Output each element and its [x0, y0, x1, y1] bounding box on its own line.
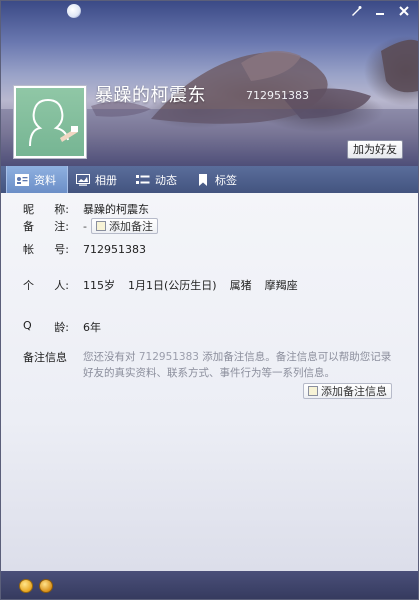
avatar[interactable]: [13, 85, 87, 159]
remark-info-hint: 您还没有对 712951383 添加备注信息。备注信息可以帮助您记录好友的真实资…: [83, 351, 392, 379]
zodiac-value: 属猪: [229, 279, 252, 292]
profile-content: 昵 称: 暴躁的柯震东 备 注: - 添加备注 帐 号: 712951383 个…: [1, 193, 418, 571]
qage-label: Q 龄:: [23, 319, 69, 334]
remark-value: -: [83, 219, 87, 233]
nickname-label: 昵 称:: [23, 203, 69, 216]
qq-level-icon[interactable]: [19, 578, 33, 593]
age-value: 115岁: [83, 279, 115, 292]
brush-icon[interactable]: [346, 5, 366, 21]
personal-label: 个 人:: [23, 279, 69, 292]
tab-feed[interactable]: 动态: [128, 166, 188, 193]
default-avatar-icon: [29, 98, 78, 147]
tab-album[interactable]: 相册: [68, 166, 128, 193]
add-remark-info-button-wrap: 添加备注信息: [303, 383, 392, 399]
profile-banner: 暴躁的柯震东 712951383 加为好友: [1, 1, 418, 166]
remark-info-qq-number: 712951383: [138, 351, 199, 363]
account-value: 712951383: [83, 242, 146, 256]
constellation-value: 摩羯座: [264, 279, 298, 292]
tab-profile-label: 资料: [34, 173, 56, 187]
remark-info-label: 备注信息: [23, 351, 67, 364]
add-remark-label: 添加备注: [108, 220, 153, 233]
header-qq-number: 712951383: [246, 89, 309, 102]
qq-vip-icon[interactable]: [39, 578, 53, 593]
tab-profile[interactable]: 资料: [6, 166, 68, 193]
tab-bar: 资料 相册 动态 标签: [1, 166, 418, 193]
account-row: 帐 号: 712951383: [23, 241, 146, 257]
remark-row: 备 注: - 添加备注: [23, 218, 158, 234]
profile-card-icon: [15, 173, 29, 186]
remark-label: 备 注:: [23, 220, 69, 233]
birthday-value: 1月1日(公历生日): [128, 279, 217, 292]
tab-feed-label: 动态: [155, 173, 177, 187]
account-label: 帐 号:: [23, 243, 69, 256]
avatar-image: [16, 88, 84, 156]
album-icon: [76, 173, 90, 186]
qage-value: 6年: [83, 321, 101, 334]
tab-tags[interactable]: 标签: [188, 166, 248, 193]
window-controls: [346, 5, 414, 21]
remark-info-row: 备注信息: [23, 349, 83, 365]
note-icon: [95, 221, 106, 231]
add-remark-button[interactable]: 添加备注: [90, 218, 158, 234]
feed-icon: [136, 174, 150, 186]
header-nickname: 暴躁的柯震东: [95, 85, 206, 106]
nickname-row: 昵 称: 暴躁的柯震东: [23, 201, 149, 217]
tab-album-label: 相册: [95, 173, 117, 187]
personal-row: 个 人: 115岁 1月1日(公历生日) 属猪 摩羯座: [23, 277, 311, 293]
note-icon: [308, 386, 318, 396]
add-remark-info-button[interactable]: 添加备注信息: [303, 383, 392, 399]
minimize-icon[interactable]: [370, 5, 390, 21]
close-icon[interactable]: [394, 5, 414, 21]
profile-window: 暴躁的柯震东 712951383 加为好友 资料 相册 动态 标签 昵 称: 暴…: [0, 0, 419, 600]
nickname-value: 暴躁的柯震东: [83, 203, 149, 216]
tab-tags-label: 标签: [215, 173, 237, 187]
add-remark-info-label: 添加备注信息: [321, 385, 387, 398]
bottom-bar: [1, 571, 418, 599]
add-friend-button[interactable]: 加为好友: [347, 140, 403, 159]
qage-row: Q 龄: 6年: [23, 319, 101, 335]
bookmark-icon: [196, 173, 210, 186]
